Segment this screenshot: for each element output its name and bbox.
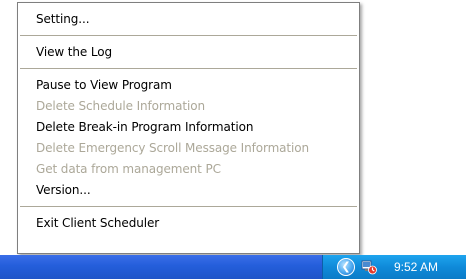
menu-separator [20, 35, 357, 36]
menu-item-version[interactable]: Version... [18, 180, 359, 201]
chevron-left-icon[interactable]: ❮ [337, 258, 355, 276]
menu-separator [20, 206, 357, 207]
tray-clock[interactable]: 9:52 AM [394, 255, 438, 279]
system-tray: ❮ 9:52 AM [322, 255, 466, 279]
taskbar: ❮ 9:52 AM [0, 255, 466, 279]
menu-item-delete-schedule-info: Delete Schedule Information [36, 99, 205, 113]
menu-item-delete-break-in-info[interactable]: Delete Break-in Program Information [18, 117, 359, 138]
menu-item-exit-client-scheduler[interactable]: Exit Client Scheduler [18, 213, 359, 234]
desktop: Setting... View the Log Pause to View Pr… [0, 0, 466, 279]
menu-item-pause-view-program[interactable]: Pause to View Program [18, 75, 359, 96]
menu-item-setting[interactable]: Setting... [18, 9, 359, 30]
menu-item-get-data-management-pc: Get data from management PC [36, 162, 221, 176]
tray-context-menu: Setting... View the Log Pause to View Pr… [17, 2, 360, 254]
menu-separator [20, 68, 357, 69]
client-scheduler-icon [361, 260, 377, 275]
client-scheduler-tray-icon[interactable] [361, 259, 377, 275]
menu-item-view-log[interactable]: View the Log [18, 42, 359, 63]
menu-item-delete-emergency-scroll-info: Delete Emergency Scroll Message Informat… [36, 141, 310, 155]
